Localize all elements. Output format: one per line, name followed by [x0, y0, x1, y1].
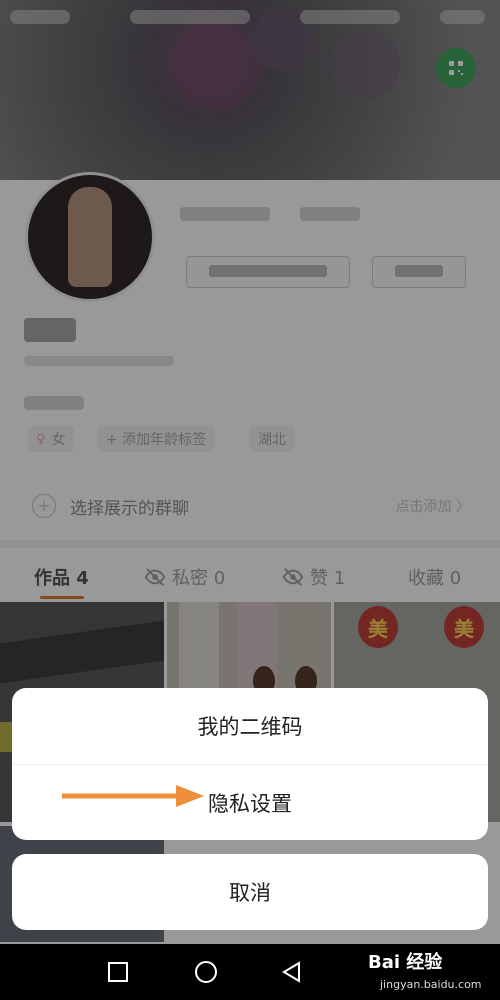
cancel-button[interactable]: 取消 [12, 854, 488, 930]
my-qr-code-option[interactable]: 我的二维码 [12, 688, 488, 764]
home-button[interactable] [192, 958, 220, 986]
annotation-arrow [62, 785, 204, 807]
profile-page: ♀ 女 + 添加年龄标签 湖北 + 选择展示的群聊 点击添加 〉 作品 4 私密… [0, 0, 500, 1000]
watermark-url: jingyan.baidu.com [380, 978, 482, 991]
watermark-brand: Bai 经验 [368, 952, 443, 973]
circle-icon [195, 961, 217, 983]
square-icon [108, 962, 128, 982]
recent-apps-button[interactable] [104, 958, 132, 986]
action-sheet: 我的二维码 隐私设置 [12, 688, 488, 840]
triangle-back-icon [282, 961, 300, 983]
back-button[interactable] [278, 958, 306, 986]
